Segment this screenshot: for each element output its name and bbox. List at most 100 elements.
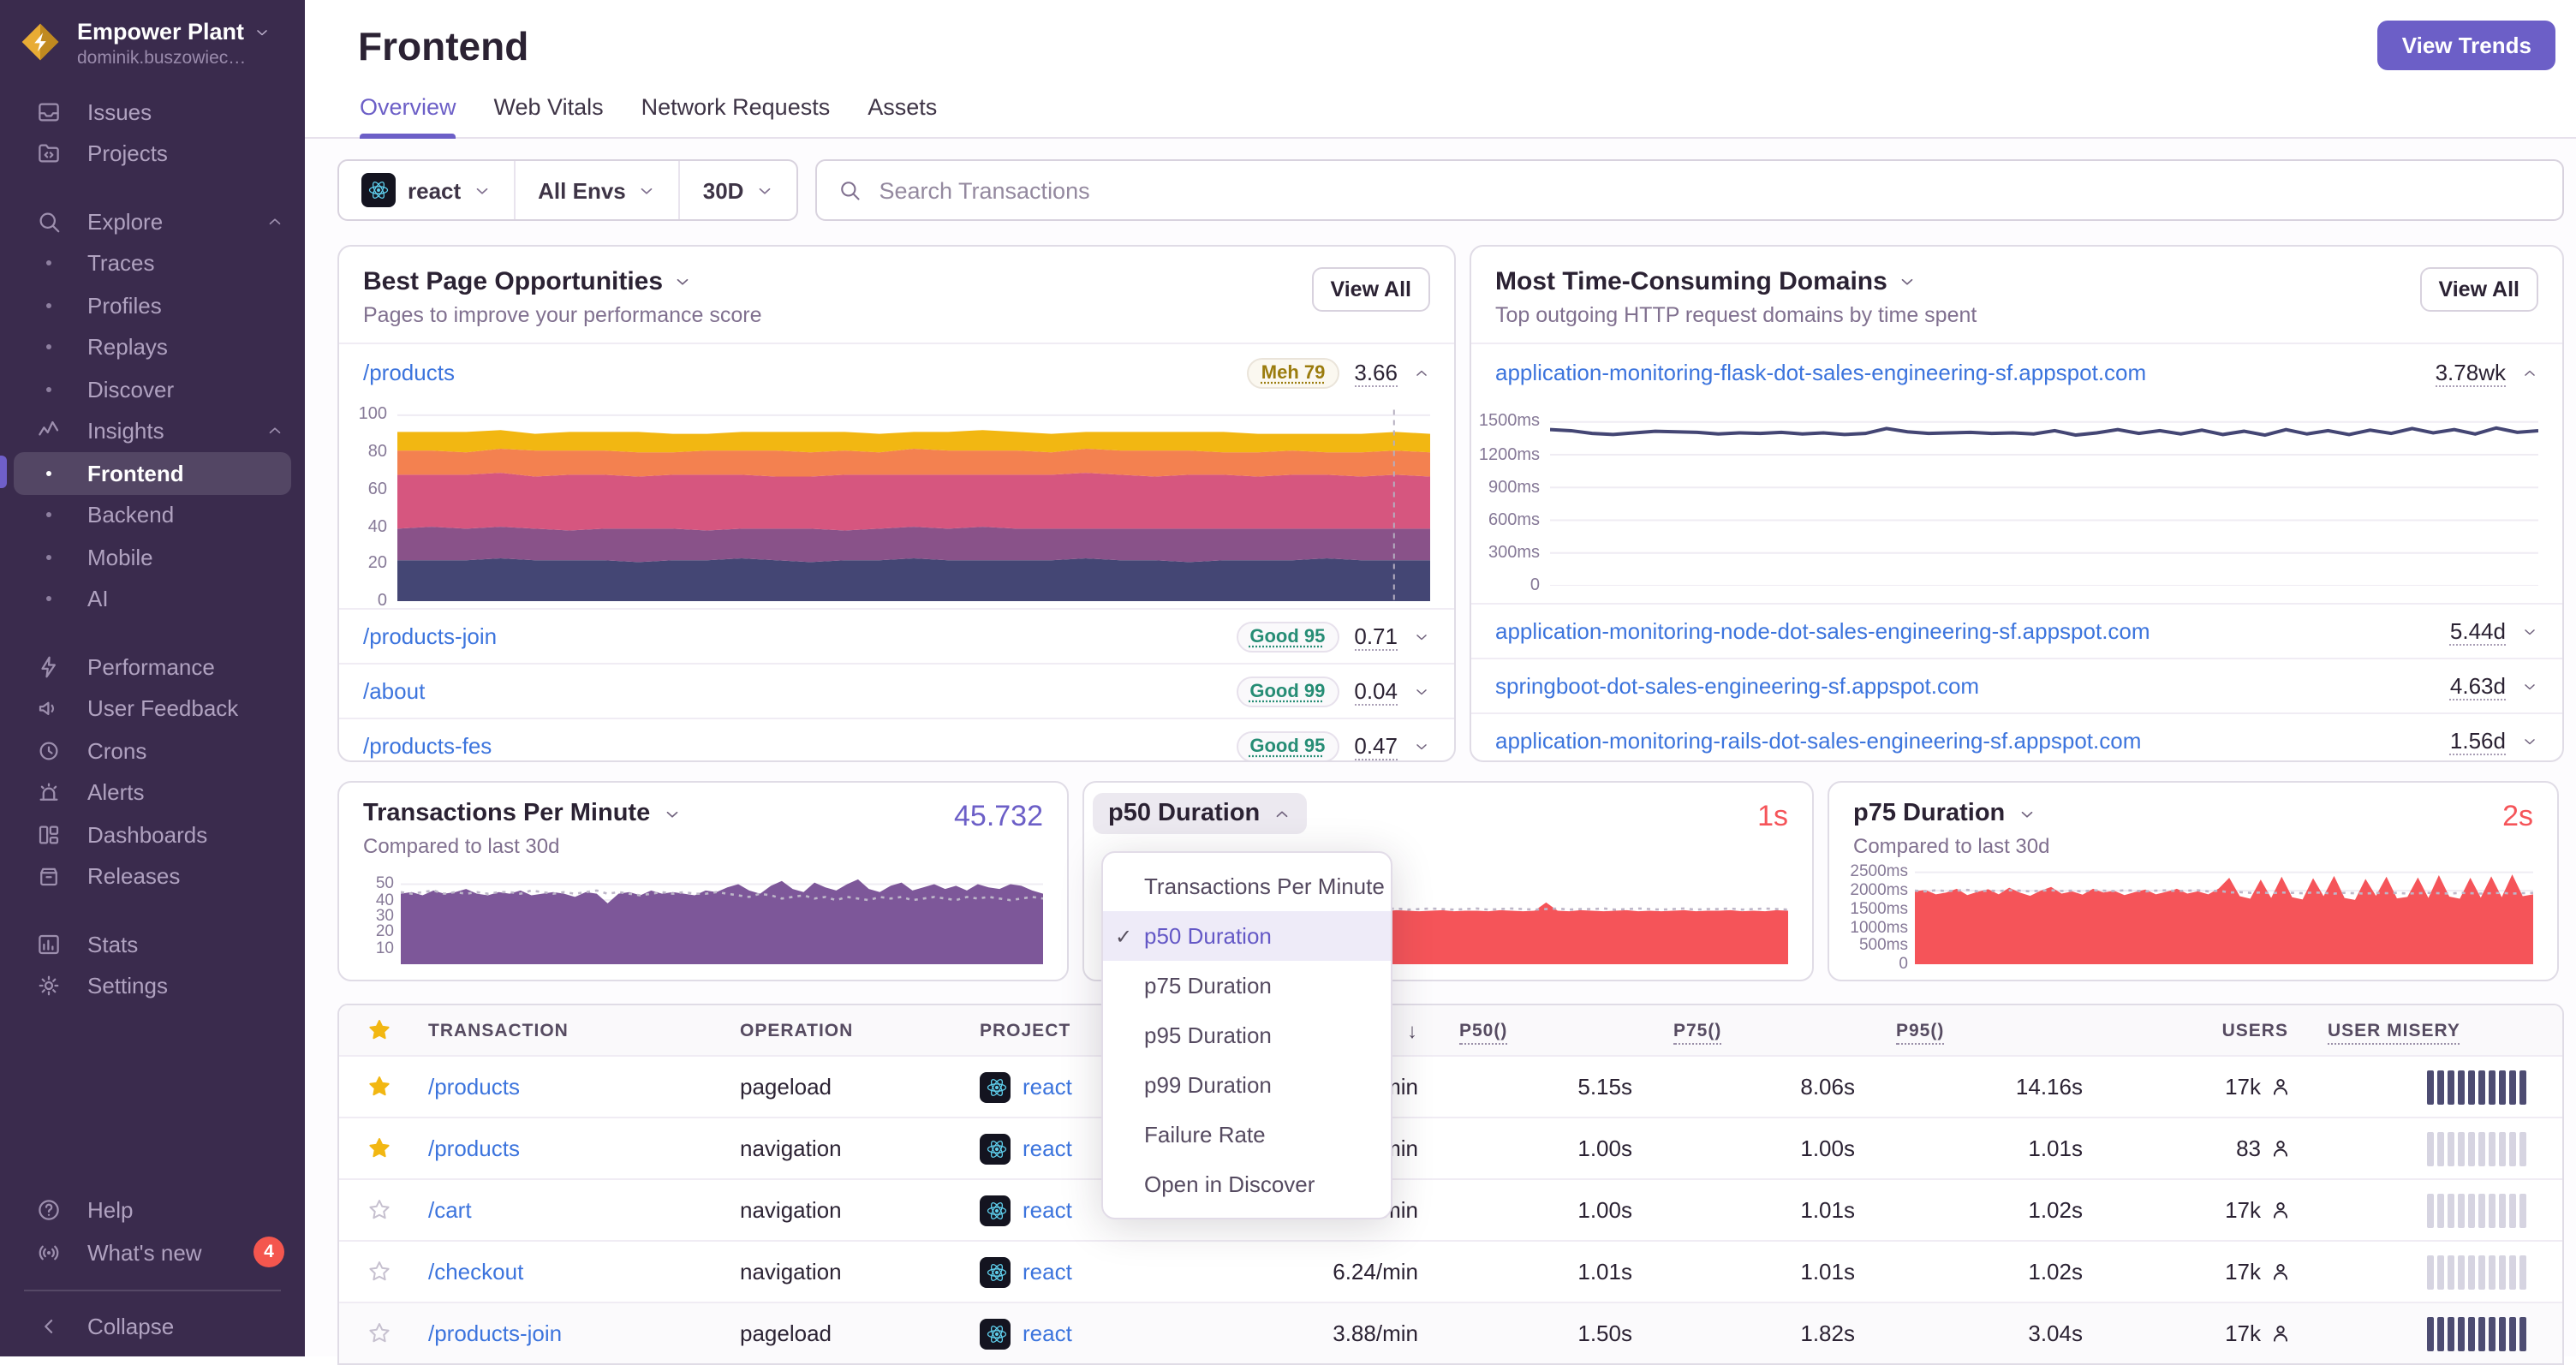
- org-name[interactable]: Empower Plant: [77, 19, 270, 45]
- page-opportunity-row[interactable]: /products-join Good 95 0.71: [339, 608, 1454, 663]
- p50-metric-selector[interactable]: p50 Duration: [1093, 793, 1307, 834]
- project-filter[interactable]: react: [339, 161, 516, 219]
- transaction-link[interactable]: /products-join: [428, 1320, 562, 1346]
- col-p50[interactable]: P50(): [1418, 1020, 1632, 1044]
- sidebar-item-user-feedback[interactable]: User Feedback: [0, 688, 305, 730]
- star-toggle[interactable]: [339, 1259, 418, 1285]
- domain-link[interactable]: springboot-dot-sales-engineering-sf.apps…: [1495, 673, 1979, 699]
- sidebar-item-issues[interactable]: Issues: [0, 91, 305, 133]
- chevron-down-icon[interactable]: [1413, 628, 1430, 645]
- table-row[interactable]: /products-join pageload react 3.88/min 1.50s…: [339, 1302, 2562, 1363]
- col-p75[interactable]: P75(): [1632, 1020, 1855, 1044]
- sidebar-item-releases[interactable]: Releases: [0, 855, 305, 897]
- p75-metric-selector[interactable]: p75 Duration: [1853, 800, 2049, 827]
- view-trends-button[interactable]: View Trends: [2377, 21, 2555, 70]
- sidebar-item-alerts[interactable]: Alerts: [0, 772, 305, 814]
- transaction-link[interactable]: /products: [428, 1074, 520, 1100]
- sidebar-item-backend[interactable]: Backend: [0, 494, 305, 536]
- domain-row[interactable]: application-monitoring-rails-dot-sales-e…: [1471, 712, 2562, 760]
- sidebar-item-frontend[interactable]: Frontend: [0, 452, 291, 494]
- col-operation[interactable]: OPERATION: [740, 1020, 980, 1040]
- table-row[interactable]: /products navigation react/min 1.00s 1.00s 1.…: [339, 1117, 2562, 1178]
- sidebar-item-help[interactable]: Help: [0, 1189, 305, 1231]
- project-link[interactable]: react: [1023, 1320, 1072, 1346]
- page-opportunity-link[interactable]: /products-join: [363, 623, 497, 649]
- menu-item-p50-duration[interactable]: ✓ p50 Duration: [1103, 911, 1391, 961]
- sidebar-item-settings[interactable]: Settings: [0, 965, 305, 1007]
- project-link[interactable]: react: [1023, 1259, 1072, 1285]
- domains-title[interactable]: Most Time-Consuming Domains: [1495, 267, 1977, 296]
- menu-item-p99-duration[interactable]: p99 Duration: [1103, 1060, 1391, 1110]
- search-input[interactable]: [875, 176, 2542, 205]
- chevron-down-icon[interactable]: [2521, 623, 2538, 640]
- chevron-down-icon[interactable]: [1413, 737, 1430, 754]
- tpm-metric-selector[interactable]: Transactions Per Minute: [363, 800, 681, 827]
- best-pages-expanded-row[interactable]: /products Meh 79 3.66: [339, 343, 1454, 401]
- project-link[interactable]: react: [1023, 1197, 1072, 1223]
- sidebar-item-profiles[interactable]: Profiles: [0, 284, 305, 326]
- chevron-down-icon[interactable]: [1413, 682, 1430, 700]
- sidebar-item-replays[interactable]: Replays: [0, 326, 305, 368]
- tab-network-requests[interactable]: Network Requests: [641, 94, 831, 137]
- sidebar-item-what-s-new[interactable]: What's new 4: [0, 1231, 305, 1273]
- transaction-link[interactable]: /cart: [428, 1197, 472, 1223]
- sidebar-item-crons[interactable]: Crons: [0, 730, 305, 772]
- tab-assets[interactable]: Assets: [868, 94, 937, 137]
- domain-row[interactable]: application-monitoring-node-dot-sales-en…: [1471, 603, 2562, 658]
- page-opportunity-link[interactable]: /about: [363, 678, 425, 704]
- sidebar-item-performance[interactable]: Performance: [0, 646, 305, 688]
- page-opportunity-row[interactable]: /about Good 99 0.04: [339, 663, 1454, 718]
- star-toggle[interactable]: [339, 1136, 418, 1161]
- org-switcher[interactable]: Empower Plant dominik.buszowiec…: [0, 0, 305, 69]
- sidebar-item-discover[interactable]: Discover: [0, 368, 305, 410]
- star-toggle[interactable]: [339, 1074, 418, 1100]
- star-column-header[interactable]: [339, 1017, 418, 1043]
- chevron-down-icon[interactable]: [2521, 732, 2538, 749]
- domain-link[interactable]: application-monitoring-flask-dot-sales-e…: [1495, 360, 2146, 385]
- sidebar-item-insights[interactable]: Insights: [0, 410, 305, 452]
- chevron-down-icon[interactable]: [2521, 677, 2538, 694]
- date-range-filter[interactable]: 30D: [681, 161, 797, 219]
- chevron-up-icon[interactable]: [1413, 364, 1430, 381]
- sidebar-item-mobile[interactable]: Mobile: [0, 536, 305, 578]
- sidebar-item-traces[interactable]: Traces: [0, 242, 305, 284]
- menu-item-failure-rate[interactable]: Failure Rate: [1103, 1110, 1391, 1159]
- page-opportunity-row[interactable]: /products-fes Good 95 0.47: [339, 718, 1454, 760]
- col-user-misery[interactable]: USER MISERY: [2292, 1020, 2561, 1044]
- project-link[interactable]: react: [1023, 1136, 1072, 1161]
- table-row[interactable]: /products pageload react/min 5.15s 8.06s 14.1…: [339, 1055, 2562, 1117]
- transaction-link[interactable]: /products: [363, 360, 455, 385]
- project-link[interactable]: react: [1023, 1074, 1072, 1100]
- tab-web-vitals[interactable]: Web Vitals: [494, 94, 604, 137]
- star-toggle[interactable]: [339, 1320, 418, 1346]
- menu-item-transactions-per-minute[interactable]: Transactions Per Minute: [1103, 861, 1391, 911]
- star-toggle[interactable]: [339, 1197, 418, 1223]
- domain-row[interactable]: springboot-dot-sales-engineering-sf.apps…: [1471, 658, 2562, 712]
- table-row[interactable]: /cartnavigationreact6.96/min1.00s1.01s1.…: [339, 1178, 2562, 1240]
- domains-view-all-button[interactable]: View All: [2419, 267, 2538, 312]
- sidebar-item-explore[interactable]: Explore: [0, 200, 305, 242]
- domain-link[interactable]: application-monitoring-node-dot-sales-en…: [1495, 618, 2150, 644]
- tab-overview[interactable]: Overview: [360, 94, 457, 139]
- sidebar-item-collapse[interactable]: Collapse: [0, 1306, 305, 1348]
- sidebar-item-stats[interactable]: Stats: [0, 923, 305, 965]
- sidebar-item-ai[interactable]: AI: [0, 578, 305, 620]
- transaction-link[interactable]: /checkout: [428, 1259, 523, 1285]
- col-p95[interactable]: P95(): [1855, 1020, 2083, 1044]
- domains-expanded-row[interactable]: application-monitoring-flask-dot-sales-e…: [1471, 343, 2562, 401]
- chevron-up-icon[interactable]: [2521, 364, 2538, 381]
- table-row[interactable]: /checkout navigation react 6.24/min 1.01s 1.0…: [339, 1240, 2562, 1302]
- menu-item-p75-duration[interactable]: p75 Duration: [1103, 961, 1391, 1010]
- sidebar-item-projects[interactable]: Projects: [0, 133, 305, 175]
- col-users[interactable]: USERS: [2083, 1020, 2292, 1040]
- environment-filter[interactable]: All Envs: [516, 161, 681, 219]
- menu-item-open-in-discover[interactable]: Open in Discover: [1103, 1159, 1391, 1209]
- best-pages-title[interactable]: Best Page Opportunities: [363, 267, 762, 296]
- transaction-link[interactable]: /products: [428, 1136, 520, 1161]
- sidebar-item-dashboards[interactable]: Dashboards: [0, 814, 305, 855]
- page-opportunity-link[interactable]: /products-fes: [363, 733, 492, 759]
- domain-link[interactable]: application-monitoring-rails-dot-sales-e…: [1495, 728, 2141, 754]
- col-transaction[interactable]: TRANSACTION: [418, 1020, 740, 1040]
- best-pages-view-all-button[interactable]: View All: [1311, 267, 1430, 312]
- menu-item-p95-duration[interactable]: p95 Duration: [1103, 1010, 1391, 1060]
